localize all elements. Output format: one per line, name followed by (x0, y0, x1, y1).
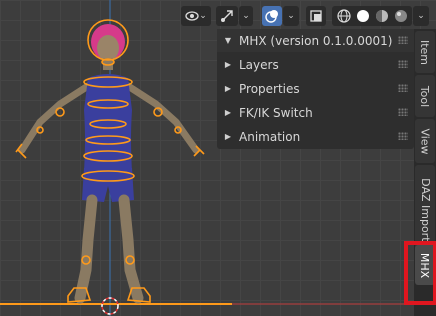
gizmo-icon (221, 10, 233, 22)
tab-label: View (418, 127, 432, 155)
tab-tool[interactable]: Tool (415, 75, 435, 117)
overlay-icon (265, 10, 278, 23)
collapsed-arrow-icon: ▶ (224, 108, 232, 117)
panel-row-label: FK/IK Switch (239, 105, 313, 120)
collapsed-arrow-icon: ▶ (224, 132, 232, 141)
chevron-down-icon: ⌄ (417, 11, 425, 21)
gizmo-dropdown[interactable]: ⌄ (239, 6, 253, 26)
3d-viewport[interactable]: ⌄ ⌄ ⌄ ⌄ ▼ MHX (version 0.1.0.0001) ▶ Lay… (0, 0, 436, 316)
panel-row-layers[interactable]: ▶ Layers (217, 53, 414, 76)
visibility-dropdown[interactable]: ⌄ (181, 6, 211, 26)
panel-title: MHX (version 0.1.0.0001) (239, 33, 393, 48)
shading-dropdown[interactable]: ⌄ (413, 6, 429, 26)
xray-toggle[interactable] (306, 6, 326, 26)
chevron-down-icon: ⌄ (199, 11, 207, 21)
tab-label: Tool (418, 85, 432, 107)
eye-visibility-icon (185, 11, 199, 21)
panel-row-properties[interactable]: ▶ Properties (217, 77, 414, 100)
tab-item[interactable]: Item (415, 31, 435, 73)
panel-row-label: Properties (239, 81, 300, 96)
panel-row-animation[interactable]: ▶ Animation (217, 125, 414, 148)
highlight-box (404, 241, 436, 305)
mhx-sidebar-panel: ▼ MHX (version 0.1.0.0001) ▶ Layers ▶ Pr… (217, 29, 414, 149)
panel-row-fkik-switch[interactable]: ▶ FK/IK Switch (217, 101, 414, 124)
drag-handle-icon[interactable] (398, 60, 408, 68)
right-arm (124, 82, 200, 154)
drag-handle-icon[interactable] (398, 36, 408, 44)
collapsed-arrow-icon: ▶ (224, 60, 232, 69)
drag-handle-icon[interactable] (398, 132, 408, 140)
tab-view[interactable]: View (415, 119, 435, 163)
chevron-down-icon: ⌄ (287, 11, 295, 21)
wireframe-shading-icon[interactable] (336, 9, 351, 23)
left-arm (18, 82, 92, 154)
right-leg (118, 194, 144, 304)
chevron-down-icon: ⌄ (242, 11, 250, 21)
shading-mode-group (332, 6, 412, 26)
panel-header-mhx[interactable]: ▼ MHX (version 0.1.0.0001) (217, 29, 414, 52)
drag-handle-icon[interactable] (398, 84, 408, 92)
rendered-shading-icon[interactable] (394, 9, 408, 23)
expanded-arrow-icon: ▼ (224, 36, 232, 45)
panel-row-label: Animation (239, 129, 301, 144)
head (97, 35, 119, 61)
material-shading-icon[interactable] (375, 9, 389, 23)
solid-shading-icon[interactable] (356, 9, 370, 23)
tab-label: Item (418, 39, 432, 65)
left-leg (74, 194, 98, 304)
collapsed-arrow-icon: ▶ (224, 84, 232, 93)
panel-row-label: Layers (239, 57, 279, 72)
xray-icon (310, 10, 322, 22)
overlay-toggle[interactable] (262, 6, 282, 26)
drag-handle-icon[interactable] (398, 108, 408, 116)
overlay-dropdown[interactable]: ⌄ (283, 6, 299, 26)
gizmo-toggle[interactable] (216, 6, 238, 26)
